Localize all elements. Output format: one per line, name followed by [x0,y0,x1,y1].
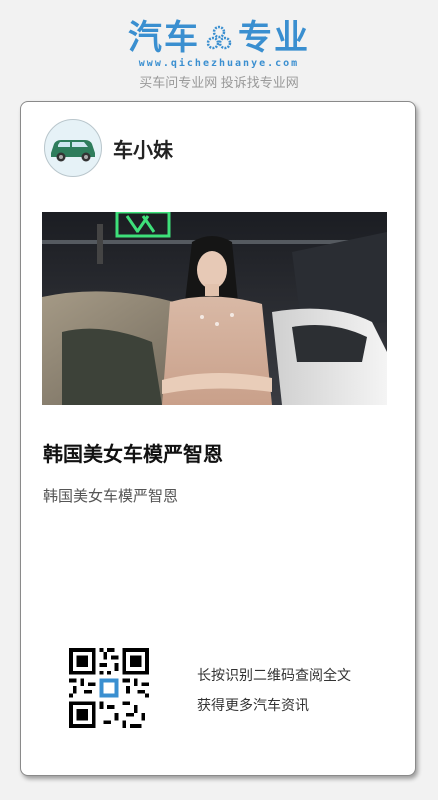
qr-code-icon [69,648,149,728]
qr-code[interactable] [69,648,149,728]
logo-text-right: 专业 [238,19,310,57]
gear-icon [206,25,232,50]
site-header: 汽车 专业 www.qichezhuanye.com 买车问专业网 投诉找专业网 [0,0,438,100]
article-title: 韩国美女车模严智恩 [43,444,223,466]
site-logo[interactable]: 汽车 专业 [0,18,438,58]
article-card: 车小妹 韩国美女车模严智恩 韩国美女车模严智恩 长按识别二维码查阅全文 获得更多… [20,101,416,776]
photo-illustration [42,212,387,405]
article-description: 韩国美女车模严智恩 [43,487,179,505]
logo-text-left: 汽车 [128,19,200,57]
qr-hint-line2: 获得更多汽车资讯 [197,698,309,714]
qr-hint-line1: 长按识别二维码查阅全文 [197,668,351,684]
avatar[interactable] [44,119,102,177]
site-url: www.qichezhuanye.com [138,58,300,69]
author-name[interactable]: 车小妹 [113,134,173,163]
site-tagline: 买车问专业网 投诉找专业网 [139,75,299,90]
car-icon [51,140,95,162]
article-photo[interactable] [42,212,387,405]
